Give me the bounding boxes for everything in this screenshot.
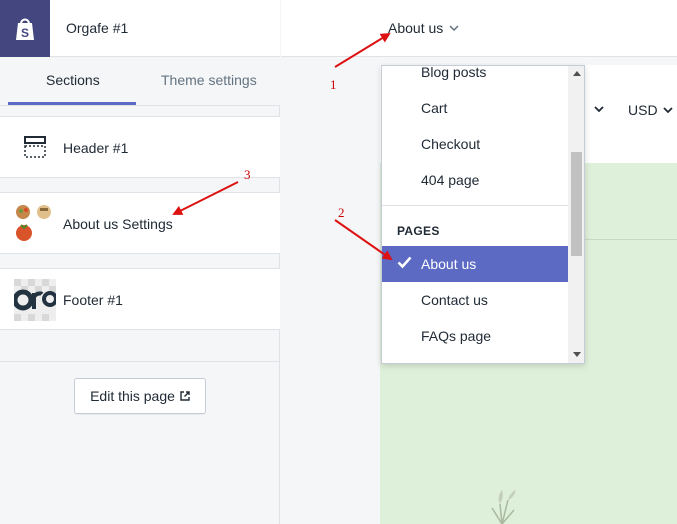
annotation-number-3: 3 (244, 167, 251, 182)
currency-label: USD (628, 102, 658, 118)
external-link-icon (180, 391, 190, 401)
orgafe-logo-thumbnail-icon (14, 279, 56, 321)
sidebar-tabs: Sections Theme settings (0, 57, 280, 106)
scroll-up-icon[interactable] (573, 71, 581, 76)
dropdown-item-checkout[interactable]: Checkout (421, 136, 480, 152)
tab-sections[interactable]: Sections (46, 72, 100, 88)
shopify-bag-icon: S (16, 18, 34, 40)
currency-selector[interactable]: USD (628, 102, 673, 118)
tab-theme-settings[interactable]: Theme settings (161, 72, 257, 88)
plant-decoration (491, 490, 516, 524)
svg-text:S: S (21, 26, 29, 40)
dropdown-item-cart[interactable]: Cart (421, 100, 447, 116)
active-tab-indicator (8, 102, 136, 105)
section-label: Header #1 (63, 140, 129, 156)
section-item-header[interactable]: Header #1 (0, 116, 280, 178)
sidebar-divider (0, 361, 280, 362)
banner-divider (585, 239, 677, 240)
preview-topbar: About us (281, 0, 677, 57)
annotation-number-1: 1 (330, 77, 337, 92)
dropdown-separator (382, 205, 568, 206)
sidebar-topbar: S Orgafe #1 (0, 0, 280, 57)
section-label: About us Settings (63, 216, 173, 232)
theme-name: Orgafe #1 (66, 20, 129, 36)
dropdown-scrollbar[interactable] (568, 66, 584, 363)
scrollbar-thumb[interactable] (571, 152, 582, 256)
edit-page-button[interactable]: Edit this page (74, 378, 206, 414)
checkmark-icon (397, 256, 412, 269)
edit-page-label: Edit this page (90, 388, 175, 404)
dropdown-item-label: About us (421, 256, 477, 272)
header-layout-icon (24, 136, 46, 158)
chevron-down-icon (449, 25, 459, 31)
dropdown-item-faqs-page[interactable]: FAQs page (421, 328, 491, 344)
dropdown-item-about-us[interactable]: About us (382, 246, 569, 282)
section-label: Footer #1 (63, 292, 123, 308)
page-dropdown: Blog posts Cart Checkout 404 page PAGES … (381, 65, 585, 364)
sidebar: S Orgafe #1 Sections Theme settings Head… (0, 0, 280, 524)
page-selector-label: About us (388, 20, 444, 36)
language-chevron-icon[interactable] (594, 106, 604, 112)
shopify-logo[interactable]: S (0, 0, 50, 57)
scroll-down-icon[interactable] (573, 352, 581, 357)
dropdown-item-contact-us[interactable]: Contact us (421, 292, 488, 308)
chevron-down-icon (662, 107, 673, 113)
section-item-footer[interactable]: Footer #1 (0, 268, 280, 330)
dropdown-item-blog-posts[interactable]: Blog posts (421, 66, 486, 80)
dropdown-group-heading: PAGES (397, 224, 440, 238)
section-item-about-us[interactable]: About us Settings (0, 192, 280, 254)
emoji-thumbnail-icon (16, 205, 51, 241)
annotation-number-2: 2 (338, 205, 345, 220)
page-selector[interactable]: About us (388, 20, 459, 36)
dropdown-item-404-page[interactable]: 404 page (421, 172, 479, 188)
